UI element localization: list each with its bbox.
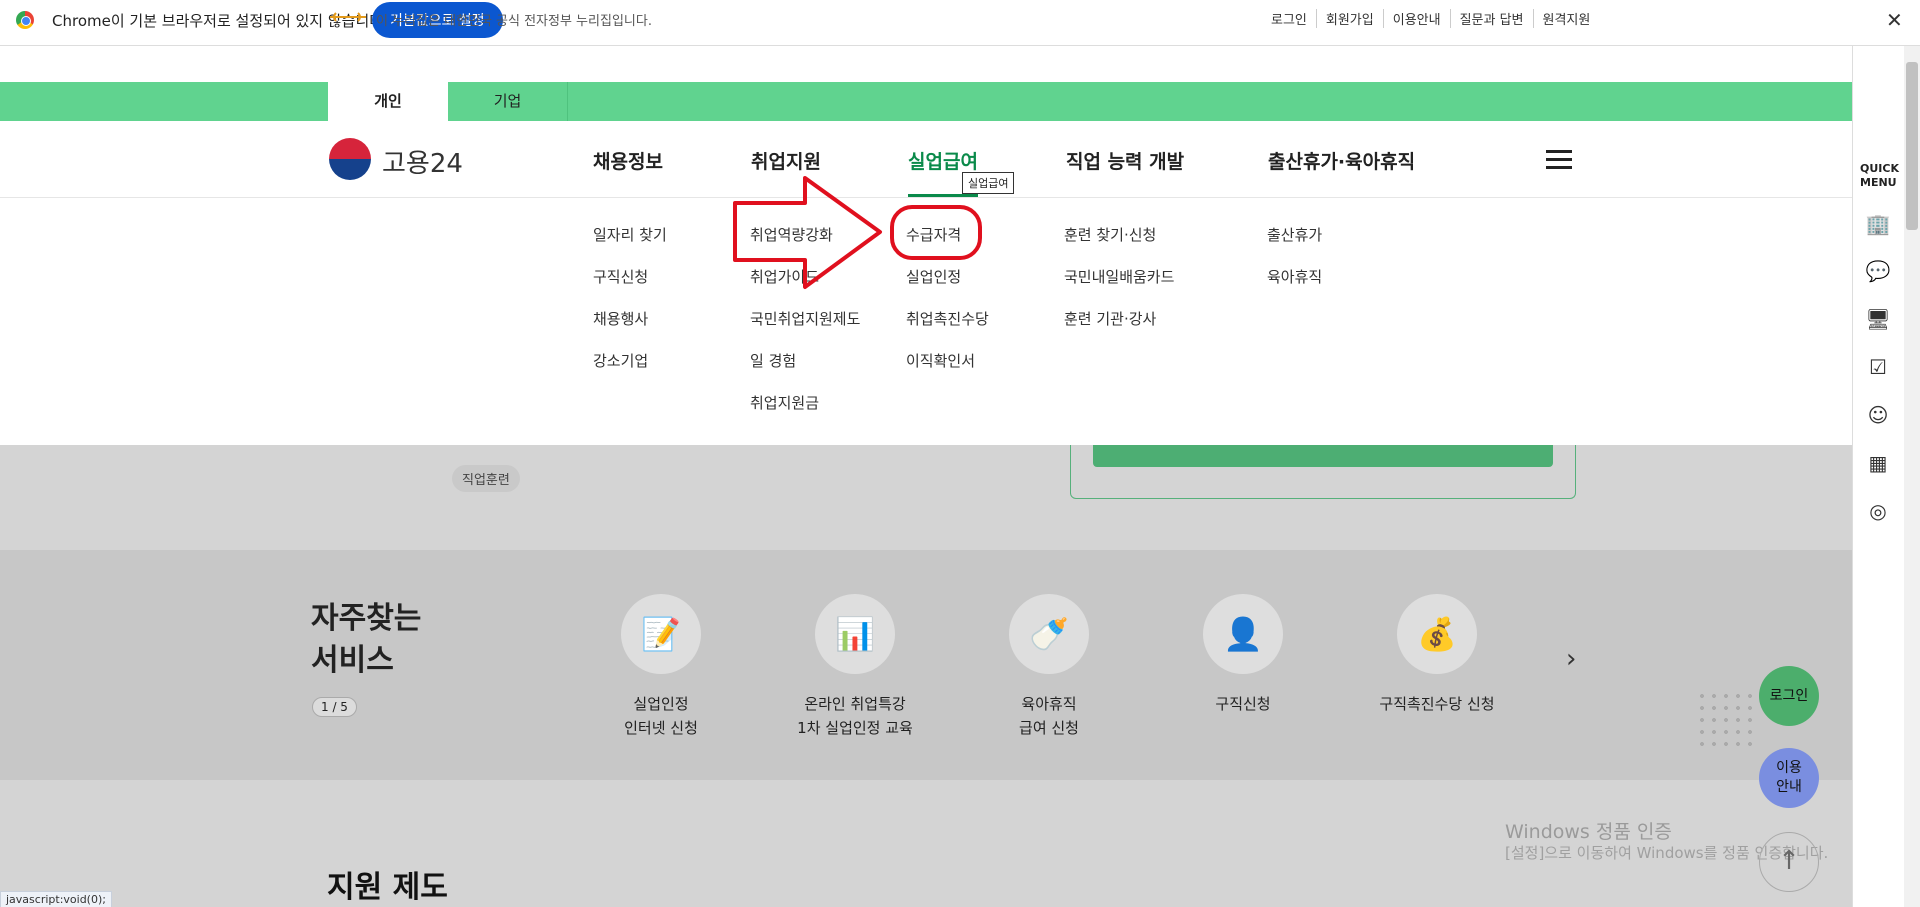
login-link[interactable]: 로그인 [1262, 9, 1316, 28]
document-pen-icon[interactable]: 📝 [621, 594, 701, 674]
submenu-item[interactable]: 실업인정 [906, 266, 961, 287]
gnb-maternity-leave[interactable]: 출산휴가·육아휴직 [1268, 147, 1415, 174]
monitor-icon[interactable]: 🖥 [1864, 305, 1892, 333]
gov-banner [0, 46, 1852, 82]
scrollbar-thumb[interactable] [1906, 62, 1918, 230]
floating-login-button[interactable]: 로그인 [1759, 666, 1819, 726]
remote-support-link[interactable]: 원격지원 [1532, 9, 1600, 28]
signup-link[interactable]: 회원가입 [1315, 9, 1383, 28]
submenu-item[interactable]: 국민내일배움카드 [1064, 266, 1174, 287]
windows-watermark: Windows 정품 인증 [1505, 821, 1672, 843]
submenu-item[interactable]: 취업촉진수당 [906, 308, 989, 329]
slide-pager: 1 / 5 [312, 697, 357, 717]
service-label[interactable]: 육아휴직 급여 신청 [949, 692, 1149, 740]
calculator-icon[interactable]: ▦ [1864, 449, 1892, 477]
keyword-chip[interactable]: 직업훈련 [452, 465, 520, 492]
close-icon[interactable]: ✕ [1886, 8, 1903, 32]
service-label[interactable]: 구직신청 [1143, 692, 1343, 716]
submenu-item[interactable]: 훈련 찾기·신청 [1064, 224, 1156, 245]
submenu-item[interactable]: 취업가이드 [750, 266, 819, 287]
service-label[interactable]: 온라인 취업특강 1차 실업인정 교육 [755, 692, 955, 740]
service-label[interactable]: 구직촉진수당 신청 [1337, 692, 1537, 716]
smile-icon[interactable]: ☺ [1864, 401, 1892, 429]
gnb-skill-development[interactable]: 직업 능력 개발 [1066, 147, 1184, 174]
site-name[interactable]: 고용24 [382, 143, 463, 180]
tab-personal[interactable]: 개인 [328, 82, 448, 121]
submenu-item[interactable]: 이직확인서 [906, 350, 975, 371]
gov-notice: 이 누리집은 대한민국 공식 전자정부 누리집입니다. [376, 14, 652, 29]
utility-links: 로그인 회원가입 이용안내 질문과 답변 원격지원 [1262, 9, 1599, 28]
floating-guide-button[interactable]: 이용 안내 [1759, 748, 1819, 808]
submenu-item[interactable]: 국민취업지원제도 [750, 308, 860, 329]
submenu-item[interactable]: 육아휴직 [1267, 266, 1322, 287]
submenu-item[interactable]: 출산휴가 [1267, 224, 1322, 245]
person-pen-icon[interactable]: 👤 [1203, 594, 1283, 674]
chevron-right-icon[interactable]: › [1566, 644, 1576, 674]
baby-bottle-icon[interactable]: 🍼 [1009, 594, 1089, 674]
building-icon[interactable]: 🏢 [1864, 210, 1892, 238]
hamburger-menu-icon[interactable] [1546, 150, 1572, 170]
submenu-item[interactable]: 일자리 찾기 [593, 224, 667, 245]
submenu-item[interactable]: 일 경험 [750, 350, 796, 371]
faq-link[interactable]: 질문과 답변 [1449, 9, 1533, 28]
submenu-item[interactable]: 구직신청 [593, 266, 648, 287]
scroll-top-icon[interactable]: ↑ [1759, 832, 1819, 892]
guide-link[interactable]: 이용안내 [1382, 9, 1450, 28]
section-title: 자주찾는 서비스 [311, 601, 422, 678]
tab-company[interactable]: 기업 [448, 82, 568, 121]
chrome-logo-icon [16, 11, 34, 29]
gnb-recruit-info[interactable]: 채용정보 [593, 147, 663, 174]
decorative-dots [1696, 690, 1756, 750]
money-bag-icon[interactable]: 💰 [1397, 594, 1477, 674]
service-label[interactable]: 실업인정 인터넷 신청 [561, 692, 761, 740]
submenu-item[interactable]: 강소기업 [593, 350, 648, 371]
active-menu-underline [908, 194, 978, 197]
submenu-item[interactable]: 훈련 기관·강사 [1064, 308, 1156, 329]
quick-menu-title: QUICK MENU [1860, 162, 1899, 189]
egov-logo-icon [328, 10, 368, 28]
coin-stack-icon[interactable]: ◎ [1864, 497, 1892, 525]
chat-icon[interactable]: 💬 [1864, 257, 1892, 285]
support-title: 지원 제도 [327, 870, 448, 905]
presentation-board-icon[interactable]: 📊 [815, 594, 895, 674]
user-type-bar [0, 82, 1852, 121]
gnb-unemployment-benefit[interactable]: 실업급여 [908, 147, 978, 174]
submenu-item[interactable]: 취업지원금 [750, 392, 819, 413]
tooltip: 실업급여 [962, 172, 1015, 194]
taegeuk-logo-icon[interactable] [329, 138, 371, 180]
submenu-item[interactable]: 취업역량강화 [750, 224, 833, 245]
submenu-item-eligibility[interactable]: 수급자격 [906, 224, 961, 245]
checklist-icon[interactable]: ☑ [1864, 353, 1892, 381]
gnb-employment-support[interactable]: 취업지원 [751, 147, 821, 174]
login-panel-button[interactable] [1093, 445, 1553, 467]
submenu-item[interactable]: 채용행사 [593, 308, 648, 329]
status-bar: javascript:void(0); [0, 891, 112, 907]
